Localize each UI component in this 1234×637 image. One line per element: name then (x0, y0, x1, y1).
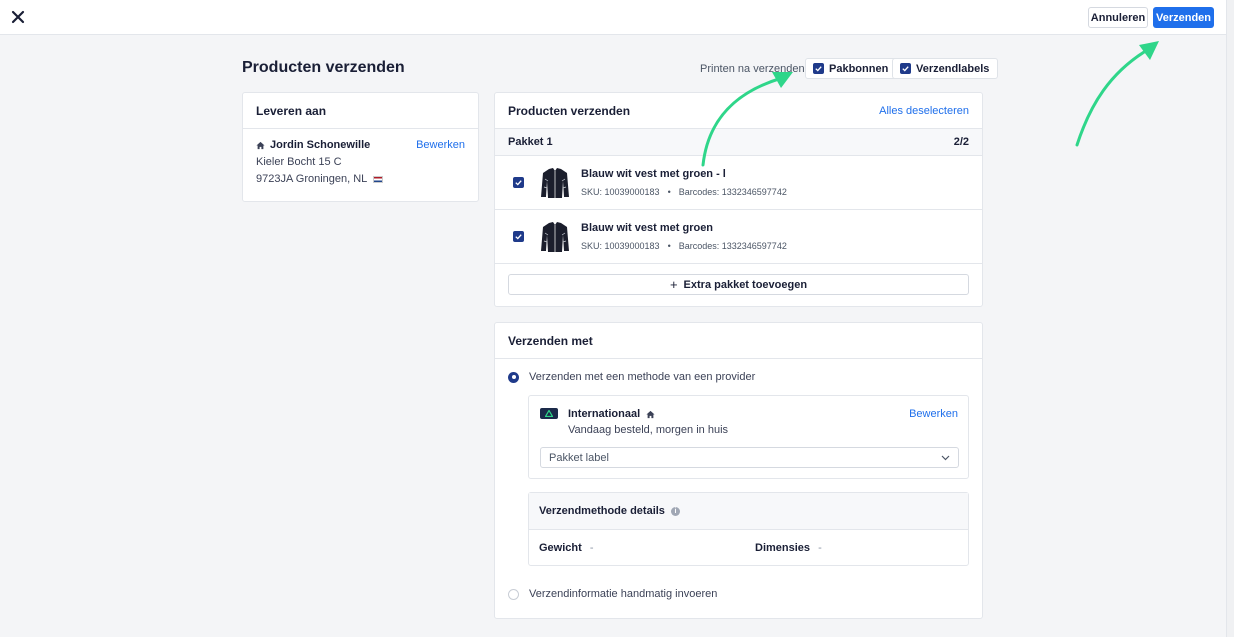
deliver-to-title: Leveren aan (256, 103, 327, 118)
packing-slips-label: Pakbonnen (829, 62, 889, 75)
home-icon (256, 141, 265, 149)
edit-address-link[interactable]: Bewerken (416, 139, 465, 151)
provider-box: Internationaal Vandaag besteld, morgen i… (528, 395, 969, 479)
separator-dot: • (667, 241, 671, 251)
customer-name: Jordin Schonewille (270, 139, 371, 151)
provider-logo-icon (540, 408, 558, 419)
info-icon[interactable]: i (670, 506, 680, 516)
arrow-to-send-button (1075, 41, 1159, 147)
cancel-button[interactable]: Annuleren (1088, 7, 1148, 28)
checkbox-checked-icon (813, 63, 824, 74)
provider-name: Internationaal (568, 408, 641, 420)
item-checkbox[interactable] (513, 231, 524, 242)
add-package-button[interactable]: + Extra pakket toevoegen (508, 274, 969, 295)
list-item: Blauw wit vest met groen - l SKU: 100390… (495, 156, 982, 210)
close-icon[interactable] (10, 9, 26, 25)
weight-value: - (589, 542, 594, 554)
page-title: Producten verzenden (242, 59, 405, 76)
item-sku: SKU: 10039000183 (581, 241, 660, 251)
shipping-header: Verzenden met (495, 323, 982, 359)
manual-entry-option[interactable]: Verzendinformatie handmatig invoeren (508, 588, 717, 600)
provider-method-option[interactable]: Verzenden met een methode van een provid… (508, 371, 755, 383)
products-title: Producten verzenden (508, 103, 631, 118)
products-card: Producten verzenden Alles deselecteren P… (494, 92, 983, 307)
address-city: 9723JA Groningen, NL (256, 173, 368, 185)
item-barcode: Barcodes: 1332346597742 (678, 241, 787, 251)
deliver-to-header: Leveren aan (243, 93, 478, 129)
package-label-select[interactable]: Pakket label (540, 447, 959, 468)
item-name: Blauw wit vest met groen (581, 222, 714, 234)
add-package-label: Extra pakket toevoegen (683, 278, 808, 291)
provider-description: Vandaag besteld, morgen in huis (568, 424, 729, 436)
package-count: 2/2 (953, 136, 969, 148)
send-button[interactable]: Verzenden (1153, 7, 1214, 28)
edit-provider-link[interactable]: Bewerken (909, 408, 958, 420)
radio-unselected-icon (508, 588, 519, 600)
shipping-labels-checkbox[interactable]: Verzendlabels (892, 58, 999, 79)
select-value: Pakket label (549, 451, 609, 464)
separator-dot: • (667, 187, 671, 197)
radio-selected-icon (508, 371, 519, 383)
shipping-card: Verzenden met Verzenden met een methode … (494, 322, 983, 619)
plus-icon: + (669, 277, 678, 292)
deliver-to-card: Leveren aan Jordin Schonewille Bewerken … (242, 92, 479, 202)
item-sku: SKU: 10039000183 (581, 187, 660, 197)
address-street: Kieler Bocht 15 C (256, 156, 342, 168)
deselect-all-link[interactable]: Alles deselecteren (879, 105, 969, 117)
shipping-title: Verzenden met (508, 333, 593, 348)
item-barcode: Barcodes: 1332346597742 (678, 187, 787, 197)
packing-slips-checkbox[interactable]: Pakbonnen (805, 58, 898, 79)
weight-label: Gewicht (539, 542, 582, 554)
print-after-send-label: Printen na verzenden: (700, 63, 808, 75)
provider-method-label: Verzenden met een methode van een provid… (529, 371, 756, 383)
dimensions-value: - (818, 542, 822, 554)
manual-entry-label: Verzendinformatie handmatig invoeren (529, 588, 718, 600)
package-header: Pakket 1 2/2 (495, 129, 982, 156)
home-icon (646, 410, 655, 418)
dimensions-label: Dimensies (755, 542, 811, 554)
item-name: Blauw wit vest met groen - l (581, 168, 726, 180)
product-thumbnail (541, 167, 569, 198)
package-label: Pakket 1 (508, 136, 553, 148)
item-checkbox[interactable] (513, 177, 524, 188)
details-title: Verzendmethode details (539, 505, 665, 517)
chevron-down-icon (941, 455, 950, 460)
checkbox-checked-icon (900, 63, 911, 74)
product-thumbnail (541, 221, 569, 252)
list-item: Blauw wit vest met groen SKU: 1003900018… (495, 210, 982, 264)
scrollbar[interactable] (1226, 0, 1234, 637)
netherlands-flag-icon (373, 175, 384, 183)
shipping-labels-label: Verzendlabels (916, 62, 990, 75)
shipping-method-details: Verzendmethode details i Gewicht - Dimen… (528, 492, 969, 566)
top-bar: Annuleren Verzenden (0, 0, 1226, 35)
products-header: Producten verzenden Alles deselecteren (495, 93, 982, 129)
